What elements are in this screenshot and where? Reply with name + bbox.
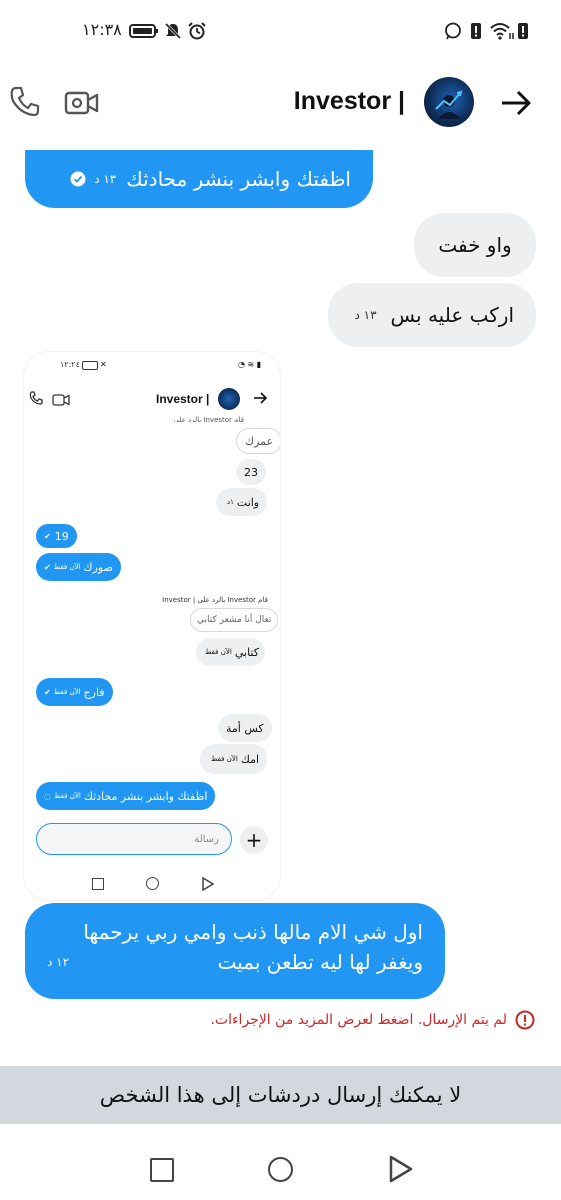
message-text: اظفتك وابشر بنشر محادثك xyxy=(126,167,351,191)
chat-header: Investor | xyxy=(0,62,561,150)
mini-back-icon xyxy=(252,390,268,406)
error-icon xyxy=(515,1010,535,1030)
mini-message: امك الآن فقط xyxy=(200,744,268,774)
mini-message: عمرك xyxy=(236,428,280,454)
mini-message: اظفتك وابشر بنشر محادثك الآن فقط ◌ xyxy=(36,782,216,810)
mini-message: فارج الآن فقط ✔ xyxy=(36,678,113,706)
mini-add-icon: + xyxy=(240,826,268,854)
mini-wifi-icon: ◔ ≋ ▮ xyxy=(238,360,262,369)
status-time: ١٢:٣٨ xyxy=(82,20,122,39)
message-text-line: اول شي الام مالها ذنب وامي ربي يرحمها xyxy=(83,920,423,944)
contact-avatar[interactable] xyxy=(424,77,474,127)
mini-phone-icon xyxy=(28,390,44,406)
system-nav-bar xyxy=(0,1126,561,1200)
banner-text: لا يمكنك إرسال دردشات إلى هذا الشخص xyxy=(99,1083,462,1107)
message-bubble-incoming[interactable]: واو خفت xyxy=(414,213,536,277)
mini-mute-icon: ✕ xyxy=(100,360,107,369)
message-text: واو خفت xyxy=(438,233,512,257)
mini-message: ✔ 19 xyxy=(36,524,77,548)
message-text-line: ويغفر لها ليه تطعن بميت xyxy=(217,950,423,974)
cannot-send-banner: لا يمكنك إرسال دردشات إلى هذا الشخص xyxy=(0,1066,561,1124)
status-bar: ١٢:٣٨ xyxy=(0,0,561,62)
video-camera-icon[interactable] xyxy=(64,88,100,118)
mini-square-icon xyxy=(92,878,104,890)
mini-quoted-message: تعال أنا مشعر كتابي xyxy=(190,608,279,632)
message-time: ١٣ د xyxy=(94,172,117,186)
mini-circle-icon xyxy=(146,877,159,890)
square-icon[interactable] xyxy=(150,1158,174,1182)
message-time: ١٢ د xyxy=(47,955,70,969)
contact-name[interactable]: Investor | xyxy=(294,87,405,116)
triangle-back-icon[interactable] xyxy=(389,1155,413,1187)
mini-message: وانت ١د xyxy=(216,488,268,516)
mini-avatar xyxy=(218,388,240,410)
mini-message: صورك الآن فقط ✔ xyxy=(36,553,121,581)
alarm-icon xyxy=(187,22,207,40)
message-time: ١٣ د xyxy=(354,308,377,322)
shared-screenshot-image[interactable]: ١٢:٢٤ ✕ ◔ ≋ ▮ Investor | قام Investor با… xyxy=(24,352,280,900)
mini-message: 23 xyxy=(236,459,266,485)
battery-alert-icon xyxy=(516,22,530,40)
error-text: لم يتم الإرسال. اضغط لعرض المزيد من الإج… xyxy=(210,1012,507,1028)
arrow-right-icon[interactable] xyxy=(498,86,534,120)
message-bubble-outgoing[interactable]: اظفتك وابشر بنشر محادثك ١٣ د xyxy=(25,150,373,208)
phone-icon[interactable] xyxy=(8,84,42,118)
mini-message: كتابي الآن فقط xyxy=(196,638,265,666)
send-failed-notice[interactable]: لم يتم الإرسال. اضغط لعرض المزيد من الإج… xyxy=(210,1010,535,1030)
message-text: اركب عليه بس xyxy=(390,303,514,327)
messenger-bubble-icon xyxy=(443,22,463,40)
mini-message-input: رسالة xyxy=(36,823,232,855)
battery-icon xyxy=(128,22,160,40)
mini-battery-icon xyxy=(82,361,98,370)
mini-reply-header: قام Investor بالرد على | Investor xyxy=(162,596,268,604)
circle-icon[interactable] xyxy=(268,1157,293,1182)
mute-icon xyxy=(163,22,183,40)
mini-status-time: ١٢:٢٤ xyxy=(60,360,80,369)
mini-triangle-icon xyxy=(202,876,215,895)
alert-icon xyxy=(469,22,483,40)
mini-partial-reply: قام Investor بالرد على xyxy=(173,416,244,422)
mini-contact-name: Investor | xyxy=(156,392,210,406)
mini-video-icon xyxy=(52,392,70,406)
wifi-icon xyxy=(489,22,515,40)
message-bubble-outgoing-failed[interactable]: اول شي الام مالها ذنب وامي ربي يرحمها وي… xyxy=(25,903,445,999)
mini-message: كس أمة xyxy=(218,714,272,742)
seen-check-icon xyxy=(70,171,86,187)
message-bubble-incoming[interactable]: اركب عليه بس ١٣ د xyxy=(328,283,536,347)
